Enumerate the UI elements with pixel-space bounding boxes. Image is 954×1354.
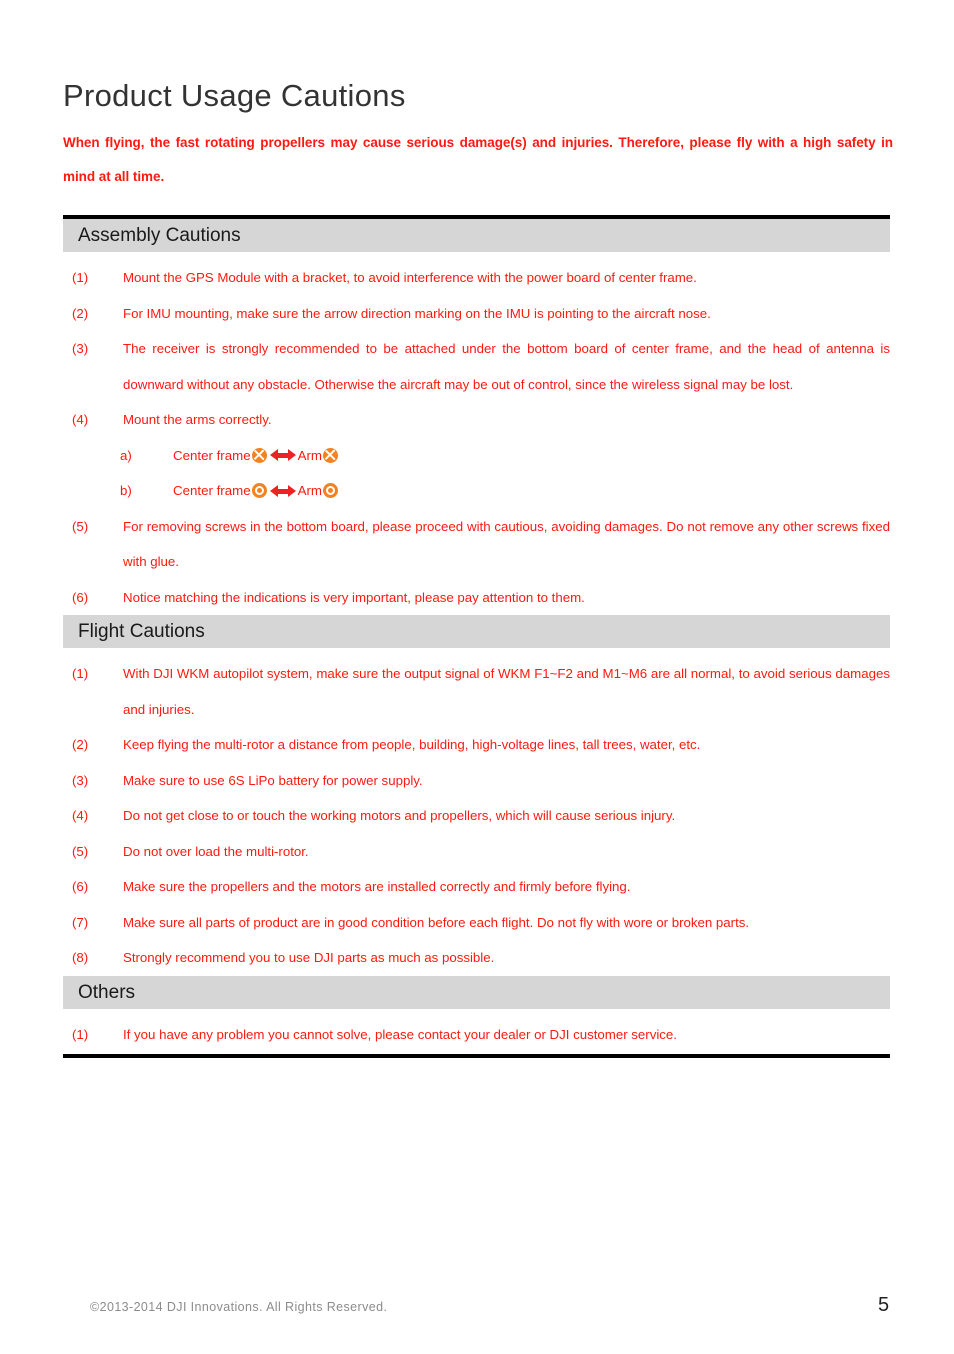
list-item: (1) Mount the GPS Module with a bracket,…: [63, 260, 890, 296]
sub-list-item: b) Center frame Arm: [63, 473, 890, 509]
list-item-marker: (4): [72, 808, 89, 823]
double-arrow-icon: [269, 484, 296, 498]
circle-ring-icon: [251, 483, 267, 499]
list-item-marker: (6): [72, 879, 89, 894]
bottom-rule: [63, 1054, 890, 1058]
list-item-text: Mount the GPS Module with a bracket, to …: [123, 270, 697, 285]
sub-list-item: a) Center frame Arm: [63, 438, 890, 474]
list-item-text: With DJI WKM autopilot system, make sure…: [123, 666, 890, 717]
list-item: (5) For removing screws in the bottom bo…: [63, 509, 890, 580]
section-header-flight: Flight Cautions: [63, 615, 890, 648]
list-item-text: Make sure the propellers and the motors …: [123, 879, 631, 894]
list-item-marker: (8): [72, 950, 89, 965]
list-item-text: If you have any problem you cannot solve…: [123, 1026, 677, 1042]
list-item: (8) Strongly recommend you to use DJI pa…: [63, 940, 890, 976]
list-item-text: Make sure to use 6S LiPo battery for pow…: [123, 772, 423, 788]
list-item-marker: (4): [72, 412, 89, 427]
list-item-marker: (7): [72, 914, 89, 930]
list-item-marker: (3): [72, 772, 89, 788]
list-item-marker: (2): [72, 737, 89, 752]
list-item-text: For removing screws in the bottom board,…: [123, 518, 890, 570]
list-item: (4) Mount the arms correctly.: [63, 402, 890, 438]
circle-cross-icon: [251, 447, 267, 463]
assembly-match-pair-b: Center frame Arm: [173, 473, 339, 509]
footer-copyright: ©2013-2014 DJI Innovations. All Rights R…: [90, 1300, 388, 1314]
double-arrow-icon: [269, 448, 296, 462]
sub-item-right-label: Arm: [297, 447, 322, 463]
list-item: (6) Make sure the propellers and the mot…: [63, 869, 890, 905]
page-number: 5: [878, 1294, 890, 1316]
list-item-marker: (1): [72, 666, 89, 681]
list-item-text: The receiver is strongly recommended to …: [123, 341, 890, 392]
list-item-text: Do not get close to or touch the working…: [123, 808, 676, 823]
list-item: (3) The receiver is strongly recommended…: [63, 331, 890, 402]
list-item: (2) For IMU mounting, make sure the arro…: [63, 296, 890, 332]
list-item-marker: (5): [72, 843, 89, 859]
list-item-text: Do not over load the multi-rotor.: [123, 843, 309, 859]
sub-list-item-marker: b): [120, 483, 132, 498]
list-item-marker: (6): [72, 589, 89, 605]
list-item: (1) If you have any problem you cannot s…: [63, 1017, 890, 1053]
cautions-content: Assembly Cautions (1) Mount the GPS Modu…: [63, 215, 890, 1058]
circle-cross-icon: [322, 447, 338, 463]
sub-item-right-label: Arm: [297, 483, 322, 498]
page-title: Product Usage Cautions: [63, 77, 406, 113]
assembly-match-pair-a: Center frame Arm: [173, 438, 339, 474]
list-item-marker: (2): [72, 305, 89, 321]
list-item-text: Notice matching the indications is very …: [123, 589, 585, 605]
list-item-marker: (1): [72, 1026, 89, 1042]
list-item: (7) Make sure all parts of product are i…: [63, 905, 890, 941]
intro-warning-text: When flying, the fast rotating propeller…: [63, 134, 893, 184]
section-body-flight: (1) With DJI WKM autopilot system, make …: [63, 648, 890, 976]
list-item-text: Make sure all parts of product are in go…: [123, 914, 750, 930]
list-item-text: Keep flying the multi-rotor a distance f…: [123, 737, 701, 752]
list-item: (2) Keep flying the multi-rotor a distan…: [63, 727, 890, 763]
section-header-assembly: Assembly Cautions: [63, 219, 890, 252]
list-item-text: Strongly recommend you to use DJI parts …: [123, 950, 495, 965]
section-body-assembly: (1) Mount the GPS Module with a bracket,…: [63, 252, 890, 615]
document-page: Product Usage Cautions When flying, the …: [0, 0, 954, 1354]
list-item: (3) Make sure to use 6S LiPo battery for…: [63, 763, 890, 799]
sub-list-item-marker: a): [120, 447, 132, 463]
section-body-others: (1) If you have any problem you cannot s…: [63, 1009, 890, 1053]
list-item: (5) Do not over load the multi-rotor.: [63, 834, 890, 870]
section-header-others: Others: [63, 975, 890, 1009]
list-item: (4) Do not get close to or touch the wor…: [63, 798, 890, 834]
list-item-marker: (5): [72, 518, 89, 534]
list-item-text: For IMU mounting, make sure the arrow di…: [123, 305, 711, 321]
sub-item-left-label: Center frame: [173, 483, 251, 498]
list-item-text: Mount the arms correctly.: [123, 412, 272, 427]
list-item: (6) Notice matching the indications is v…: [63, 580, 890, 616]
list-item-marker: (1): [72, 270, 89, 285]
list-item: (1) With DJI WKM autopilot system, make …: [63, 656, 890, 727]
list-item-marker: (3): [72, 341, 89, 356]
sub-item-left-label: Center frame: [173, 447, 251, 463]
circle-ring-icon: [322, 483, 338, 499]
